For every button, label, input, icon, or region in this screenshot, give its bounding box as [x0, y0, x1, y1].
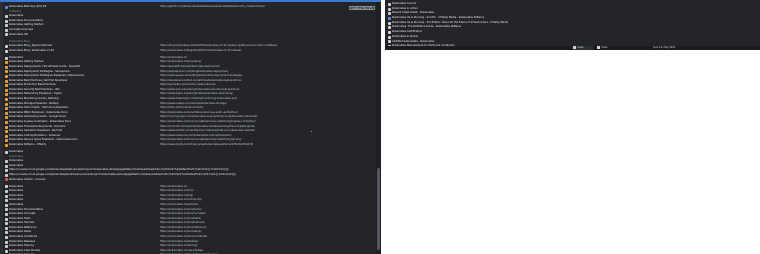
site-favicon-icon [388, 31, 391, 35]
site-favicon-icon [5, 240, 8, 244]
site-favicon-icon [388, 26, 391, 30]
tab-kube-2[interactable]: Kube [597, 46, 637, 50]
tab-strip: Kube Kube June 19, May 2024 [385, 46, 760, 50]
site-favicon-icon [5, 160, 8, 164]
site-favicon-icon [5, 49, 8, 53]
site-favicon-icon [5, 65, 8, 69]
site-favicon-icon [5, 97, 8, 101]
site-favicon-icon [5, 116, 8, 120]
site-favicon-icon [388, 12, 391, 16]
site-favicon-icon [5, 70, 8, 74]
site-favicon-icon [5, 61, 8, 65]
site-favicon-icon [5, 88, 8, 92]
site-favicon-icon [5, 199, 8, 203]
site-favicon-icon [5, 139, 8, 143]
site-favicon-icon [5, 134, 8, 138]
site-favicon-icon [388, 7, 391, 11]
site-favicon-icon [5, 173, 8, 177]
site-favicon-icon [5, 120, 8, 124]
update-in-tab-button[interactable]: Update in Tab (3/5) [349, 6, 375, 10]
site-favicon-icon [5, 212, 8, 216]
site-favicon-icon [5, 217, 8, 221]
site-favicon-icon [5, 24, 8, 28]
site-favicon-icon [5, 56, 8, 60]
site-favicon-icon [5, 130, 8, 134]
history-pane: Kubernetes Best Ops (4/5) #3 https://gith… [0, 0, 381, 254]
site-favicon-icon [5, 143, 8, 147]
site-favicon-icon [5, 185, 8, 189]
site-favicon-icon [5, 150, 8, 154]
site-favicon-icon [5, 33, 8, 37]
site-favicon-icon [5, 235, 8, 239]
site-favicon-icon [5, 84, 8, 88]
site-favicon-icon [5, 245, 8, 249]
tab-date[interactable]: June 19, May 2024 [653, 46, 713, 50]
site-favicon-icon [5, 5, 8, 9]
site-favicon-icon [388, 35, 391, 39]
left-gutter [0, 2, 3, 254]
tab-favicon-icon [573, 46, 576, 49]
site-favicon-icon [5, 19, 8, 23]
site-favicon-icon [388, 2, 391, 6]
screen: Kubernetes Best Ops (4/5) #3 https://gith… [0, 0, 760, 254]
site-favicon-icon [5, 74, 8, 78]
site-favicon-icon [5, 249, 8, 253]
site-favicon-icon [5, 102, 8, 106]
site-favicon-icon [5, 79, 8, 83]
site-favicon-icon [5, 222, 8, 226]
site-favicon-icon [5, 125, 8, 129]
window-accent-bar [0, 0, 381, 2]
bookmarks-list: Kubernetes Council Kubernetes in Action Ku… [387, 2, 757, 49]
site-favicon-icon [5, 178, 8, 182]
site-favicon-icon [5, 111, 8, 115]
site-favicon-icon [388, 40, 391, 44]
site-favicon-icon [5, 107, 8, 111]
site-favicon-icon [5, 45, 8, 49]
site-favicon-icon [5, 208, 8, 212]
site-favicon-icon [5, 169, 8, 173]
bookmarks-pane: Kubernetes Council Kubernetes in Action Ku… [385, 0, 760, 50]
scrollbar-thumb[interactable] [377, 168, 380, 250]
site-favicon-icon [388, 21, 391, 25]
site-favicon-icon [5, 190, 8, 194]
site-favicon-icon [388, 16, 391, 20]
site-favicon-icon [5, 194, 8, 198]
site-favicon-icon [5, 226, 8, 230]
history-list: Kubernetes Best Ops (4/5) #3 https://gith… [4, 5, 374, 254]
tab-favicon-icon [597, 46, 600, 49]
tab-kube-1[interactable]: Kube [573, 46, 593, 50]
mouse-cursor-icon [311, 131, 313, 134]
site-favicon-icon [5, 164, 8, 168]
site-favicon-icon [5, 93, 8, 97]
site-favicon-icon [5, 15, 8, 19]
site-favicon-icon [5, 231, 8, 235]
site-favicon-icon [5, 28, 8, 32]
site-favicon-icon [5, 203, 8, 207]
